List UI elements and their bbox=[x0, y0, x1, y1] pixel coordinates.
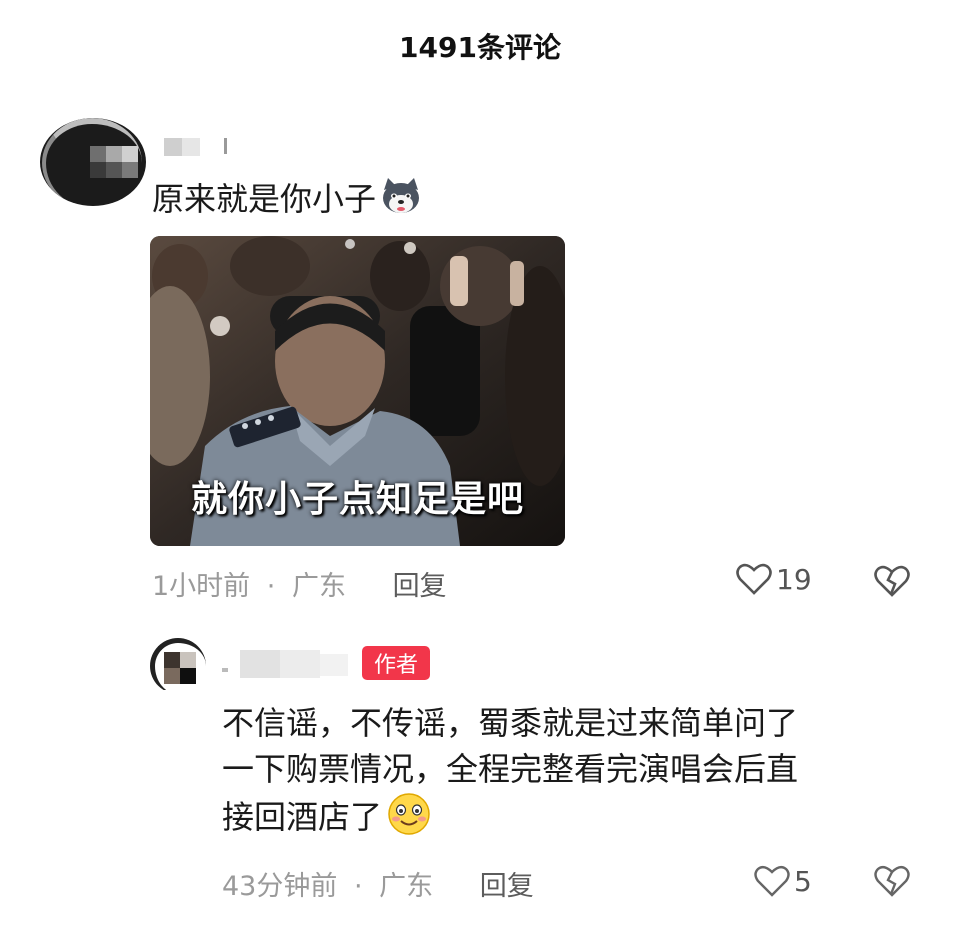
smiling-face-emoji bbox=[386, 792, 432, 836]
reply-line-1: 不信谣，不传谣，蜀黍就是过来简单问了 bbox=[222, 704, 799, 742]
heart-icon bbox=[736, 563, 772, 595]
comment-reply-button[interactable]: 回复 bbox=[393, 571, 447, 602]
author-avatar[interactable] bbox=[150, 638, 210, 690]
meta-separator: · bbox=[353, 871, 363, 902]
reply-location: 广东 bbox=[379, 871, 434, 902]
reply-dislike-button[interactable] bbox=[874, 864, 910, 902]
comments-page: 1491条评论 原来就是你小子 就你小子点知足是吧 1小时前 · 广东 回复 1… bbox=[0, 0, 960, 932]
reply-line-3: 接回酒店了 bbox=[222, 798, 383, 836]
comments-count-title: 1491条评论 bbox=[399, 31, 561, 64]
commenter-avatar[interactable] bbox=[40, 118, 146, 206]
reply-like-count: 5 bbox=[794, 864, 812, 898]
comment-time: 1小时前 bbox=[152, 571, 251, 602]
reply-meta: 43分钟前 · 广东 回复 bbox=[222, 864, 534, 903]
comment-dislike-button[interactable] bbox=[874, 564, 910, 602]
reply-line-2: 一下购票情况，全程完整看完演唱会后直 bbox=[222, 750, 799, 788]
meme-image[interactable]: 就你小子点知足是吧 bbox=[150, 236, 565, 546]
author-badge: 作者 bbox=[362, 646, 430, 680]
heart-icon bbox=[754, 865, 790, 897]
comment-location: 广东 bbox=[291, 571, 346, 602]
comment-text: 原来就是你小子 bbox=[152, 180, 377, 218]
meta-separator: · bbox=[266, 571, 276, 602]
broken-heart-icon bbox=[874, 565, 910, 597]
comment-like-count: 19 bbox=[776, 562, 812, 596]
comment-body: 原来就是你小子 bbox=[152, 176, 424, 221]
reply-time: 43分钟前 bbox=[222, 871, 338, 902]
reply-reply-button[interactable]: 回复 bbox=[480, 871, 534, 902]
broken-heart-icon bbox=[874, 865, 910, 897]
reply-body: 不信谣，不传谣，蜀黍就是过来简单问了 一下购票情况，全程完整看完演唱会后直 接回… bbox=[222, 700, 912, 840]
husky-dog-emoji bbox=[378, 176, 424, 216]
comment-meta: 1小时前 · 广东 回复 bbox=[152, 564, 447, 603]
comment-like-button[interactable]: 19 bbox=[736, 562, 812, 596]
meme-caption: 就你小子点知足是吧 bbox=[190, 479, 524, 520]
reply-like-button[interactable]: 5 bbox=[754, 864, 812, 898]
